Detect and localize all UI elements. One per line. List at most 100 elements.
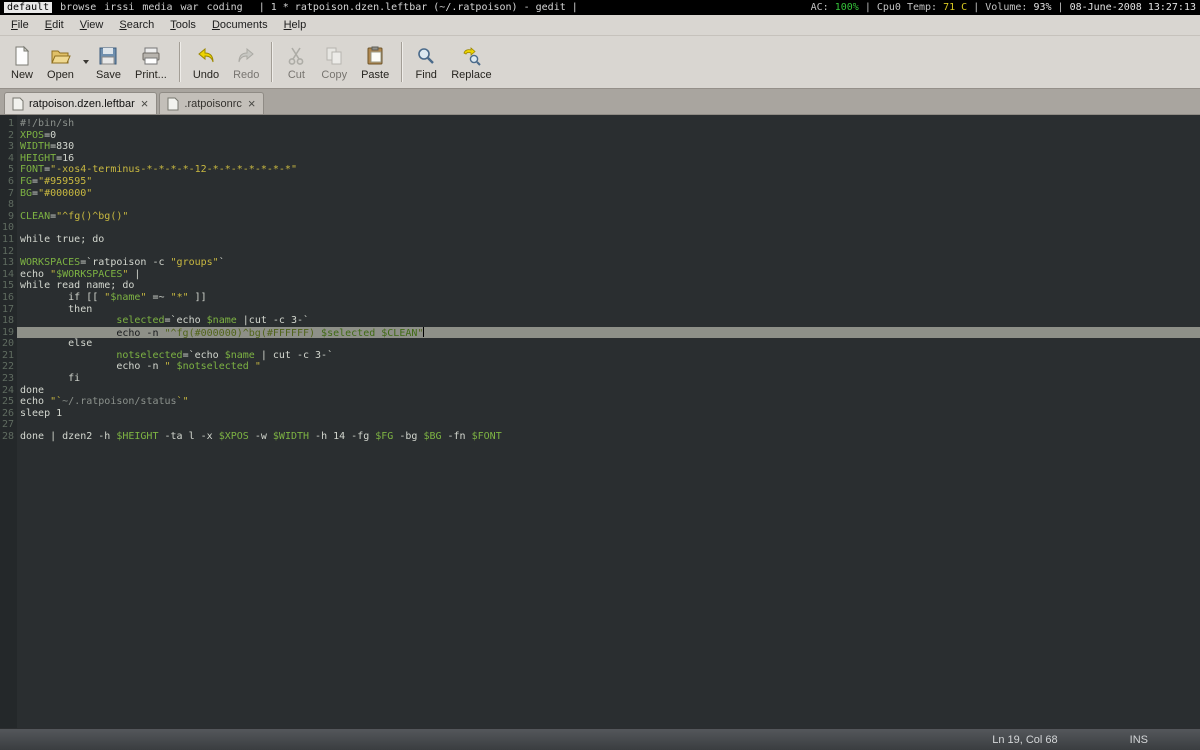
line-number: 6	[0, 176, 17, 188]
cut-button[interactable]: Cut	[278, 42, 314, 83]
code-text: selected=`echo $name |cut -c 3-`	[17, 315, 1200, 327]
close-icon[interactable]: ×	[140, 97, 150, 110]
menu-edit[interactable]: Edit	[37, 16, 72, 34]
menu-file[interactable]: File	[3, 16, 37, 34]
find-icon	[415, 45, 437, 67]
code-line-10[interactable]: 10	[0, 222, 1200, 234]
code-line-25[interactable]: 25echo "`~/.ratpoison/status`"	[0, 396, 1200, 408]
find-button-group: Find	[408, 42, 444, 83]
copy-icon	[323, 45, 345, 67]
workspace-war: war	[181, 2, 199, 13]
cut-icon	[285, 45, 307, 67]
replace-button[interactable]: Replace	[444, 42, 498, 83]
menu-tools[interactable]: Tools	[162, 16, 204, 34]
toolbar-button-label: Replace	[451, 69, 491, 81]
code-line-17[interactable]: 17 then	[0, 304, 1200, 316]
undo-button[interactable]: Undo	[186, 42, 226, 83]
menu-help[interactable]: Help	[276, 16, 315, 34]
open-button-group: Open	[40, 42, 89, 83]
line-number: 5	[0, 164, 17, 176]
replace-button-group: Replace	[444, 42, 498, 83]
save-button[interactable]: Save	[89, 42, 128, 83]
code-text: while true; do	[17, 234, 1200, 246]
code-line-14[interactable]: 14echo "$WORKSPACES" |	[0, 269, 1200, 281]
editor[interactable]: 1#!/bin/sh2XPOS=03WIDTH=8304HEIGHT=165FO…	[0, 115, 1200, 728]
code-line-27[interactable]: 27	[0, 419, 1200, 431]
code-text: then	[17, 304, 1200, 316]
menu-search[interactable]: Search	[111, 16, 162, 34]
toolbar-button-label: New	[11, 69, 33, 81]
code-line-19[interactable]: 19 echo -n "^fg(#000000)^bg(#FFFFFF) $se…	[0, 327, 1200, 339]
code-line-24[interactable]: 24done	[0, 385, 1200, 397]
new-button[interactable]: New	[4, 42, 40, 83]
line-number: 28	[0, 431, 17, 443]
code-line-16[interactable]: 16 if [[ "$name" =~ "*" ]]	[0, 292, 1200, 304]
code-line-2[interactable]: 2XPOS=0	[0, 130, 1200, 142]
copy-button-group: Copy	[314, 42, 354, 83]
code-line-28[interactable]: 28done | dzen2 -h $HEIGHT -ta l -x $XPOS…	[0, 431, 1200, 443]
close-icon[interactable]: ×	[247, 97, 257, 110]
line-number: 23	[0, 373, 17, 385]
toolbar-separator	[179, 42, 181, 82]
line-number: 13	[0, 257, 17, 269]
code-line-23[interactable]: 23 fi	[0, 373, 1200, 385]
redo-button-group: Redo	[226, 42, 266, 83]
find-button[interactable]: Find	[408, 42, 444, 83]
code-line-11[interactable]: 11while true; do	[0, 234, 1200, 246]
code-line-21[interactable]: 21 notselected=`echo $name | cut -c 3-`	[0, 350, 1200, 362]
open-button[interactable]: Open	[40, 42, 81, 83]
topbar-status: AC: 100% | Cpu0 Temp: 71 C | Volume: 93%…	[811, 0, 1196, 15]
code-line-3[interactable]: 3WIDTH=830	[0, 141, 1200, 153]
code-text: WIDTH=830	[17, 141, 1200, 153]
code-text: echo "`~/.ratpoison/status`"	[17, 396, 1200, 408]
insert-mode-indicator: INS	[1130, 734, 1148, 746]
menu-documents[interactable]: Documents	[204, 16, 276, 34]
code-line-18[interactable]: 18 selected=`echo $name |cut -c 3-`	[0, 315, 1200, 327]
code-line-6[interactable]: 6FG="#959595"	[0, 176, 1200, 188]
code-text: HEIGHT=16	[17, 153, 1200, 165]
topbar-status-segment: AC:	[811, 2, 835, 13]
menubar: FileEditViewSearchToolsDocumentsHelp	[0, 15, 1200, 36]
code-line-26[interactable]: 26sleep 1	[0, 408, 1200, 420]
toolbar: New Open Save Print... Undo Redo CutCopyPaste F…	[0, 36, 1200, 89]
toolbar-button-label: Redo	[233, 69, 259, 81]
toolbar-button-label: Save	[96, 69, 121, 81]
line-number: 8	[0, 199, 17, 211]
print-icon	[140, 45, 162, 67]
copy-button[interactable]: Copy	[314, 42, 354, 83]
line-number: 27	[0, 419, 17, 431]
code-line-12[interactable]: 12	[0, 246, 1200, 258]
workspace-irssi: irssi	[104, 2, 134, 13]
code-line-8[interactable]: 8	[0, 199, 1200, 211]
code-text: done | dzen2 -h $HEIGHT -ta l -x $XPOS -…	[17, 431, 1200, 443]
tab-ratpoison-dzen-leftbar[interactable]: ratpoison.dzen.leftbar×	[4, 92, 157, 114]
code-line-7[interactable]: 7BG="#000000"	[0, 188, 1200, 200]
line-number: 24	[0, 385, 17, 397]
topbar-status-segment: |	[967, 2, 985, 13]
line-number: 11	[0, 234, 17, 246]
topbar-status-segment: 71 C	[943, 2, 967, 13]
line-number: 26	[0, 408, 17, 420]
print-button[interactable]: Print...	[128, 42, 174, 83]
toolbar-separator	[271, 42, 273, 82]
code-line-13[interactable]: 13WORKSPACES=`ratpoison -c "groups"`	[0, 257, 1200, 269]
line-number: 2	[0, 130, 17, 142]
redo-icon	[235, 45, 257, 67]
workspace-coding: coding	[207, 2, 243, 13]
code-line-9[interactable]: 9CLEAN="^fg()^bg()"	[0, 211, 1200, 223]
code-line-22[interactable]: 22 echo -n " $notselected "	[0, 361, 1200, 373]
paste-button[interactable]: Paste	[354, 42, 396, 83]
code-line-20[interactable]: 20 else	[0, 338, 1200, 350]
statusbar: Ln 19, Col 68 INS	[0, 728, 1200, 750]
workspace-browse: browse	[60, 2, 96, 13]
code-line-4[interactable]: 4HEIGHT=16	[0, 153, 1200, 165]
code-line-1[interactable]: 1#!/bin/sh	[0, 118, 1200, 130]
topbar-status-segment: |	[1052, 2, 1070, 13]
code-text: echo -n "^fg(#000000)^bg(#FFFFFF) $selec…	[17, 327, 1200, 339]
code-line-15[interactable]: 15while read name; do	[0, 280, 1200, 292]
menu-view[interactable]: View	[72, 16, 112, 34]
tab-ratpoisonrc[interactable]: .ratpoisonrc×	[159, 92, 264, 114]
open-folder-icon	[49, 45, 71, 67]
redo-button[interactable]: Redo	[226, 42, 266, 83]
code-line-5[interactable]: 5FONT="-xos4-terminus-*-*-*-*-12-*-*-*-*…	[0, 164, 1200, 176]
